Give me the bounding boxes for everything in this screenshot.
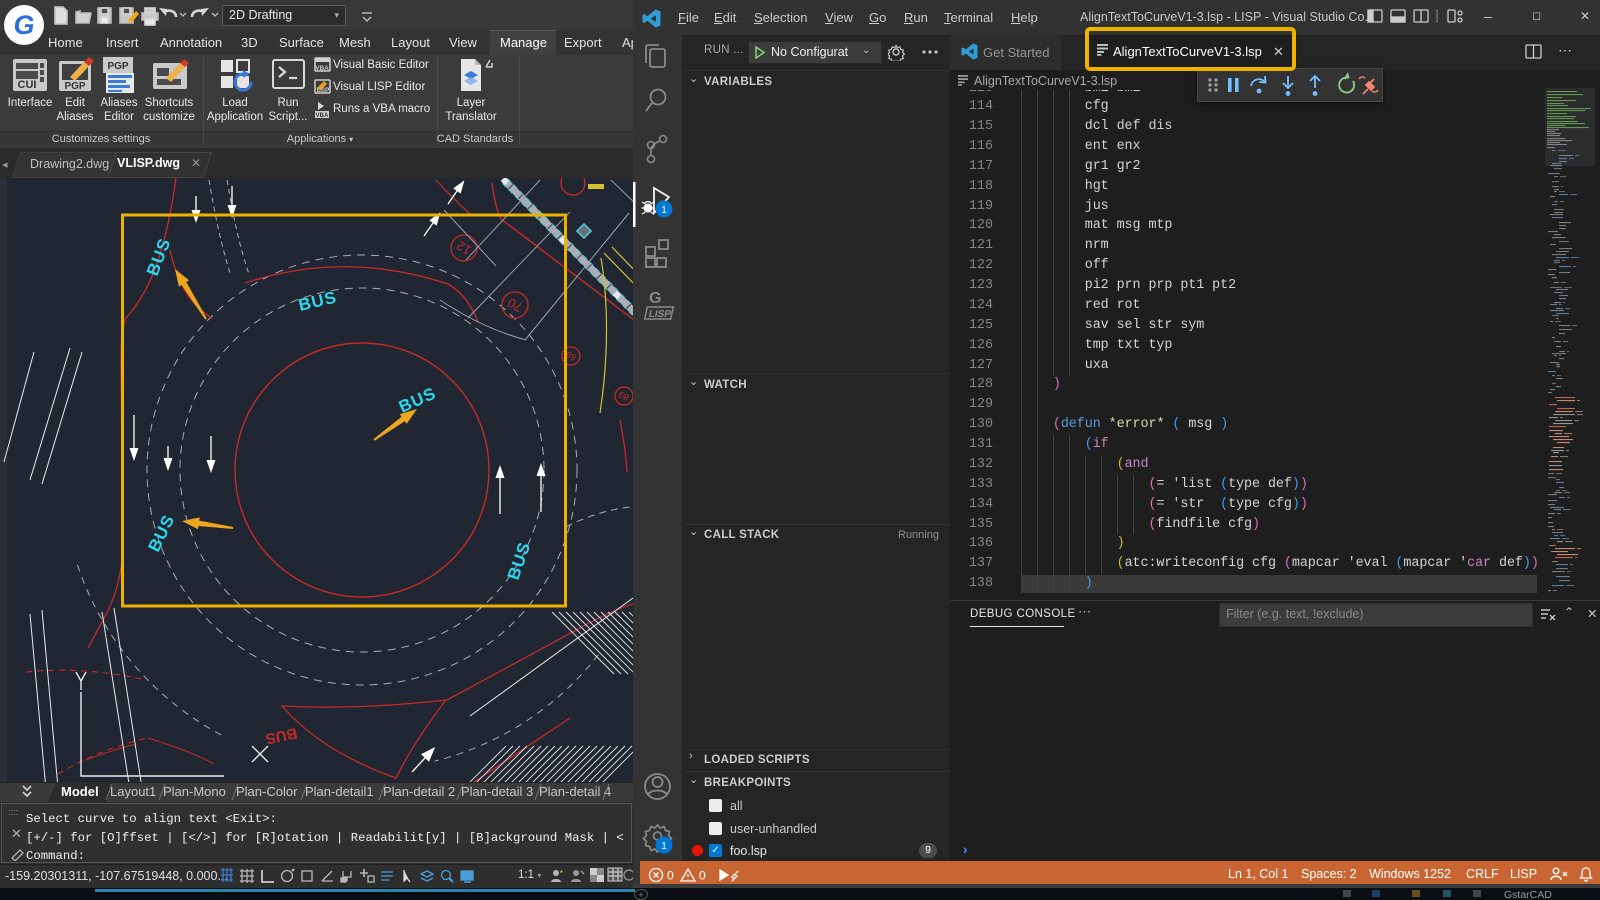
svg-text:PGP: PGP	[64, 81, 85, 92]
svg-text:VBA: VBA	[315, 65, 329, 72]
svg-text:PGP: PGP	[107, 61, 128, 72]
svg-text:LSP: LSP	[317, 87, 330, 94]
svg-text:G: G	[649, 290, 661, 307]
svg-text:1: 1	[661, 841, 667, 852]
svg-text:CUI: CUI	[18, 79, 37, 91]
svg-text:0: 0	[699, 869, 706, 883]
svg-text:LISP: LISP	[648, 309, 673, 320]
svg-text:1: 1	[661, 205, 667, 216]
svg-text:0: 0	[667, 869, 674, 883]
